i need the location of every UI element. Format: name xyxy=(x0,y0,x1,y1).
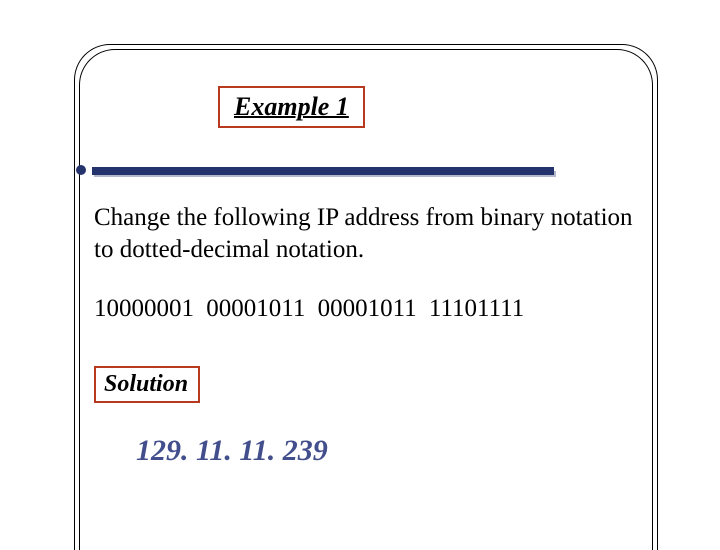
example-title: Example 1 xyxy=(234,92,349,121)
binary-ip: 10000001 00001011 00001011 11101111 xyxy=(94,295,654,323)
slide: Example 1 Change the following IP addres… xyxy=(0,0,720,540)
underline-bullet-icon xyxy=(76,165,86,175)
solution-label-box: Solution xyxy=(94,366,200,403)
solution-label: Solution xyxy=(104,371,188,397)
problem-statement: Change the following IP address from bin… xyxy=(94,202,654,266)
underline-bar xyxy=(92,167,554,175)
example-title-box: Example 1 xyxy=(218,86,365,128)
answer-text: 129. 11. 11. 239 xyxy=(136,434,328,468)
